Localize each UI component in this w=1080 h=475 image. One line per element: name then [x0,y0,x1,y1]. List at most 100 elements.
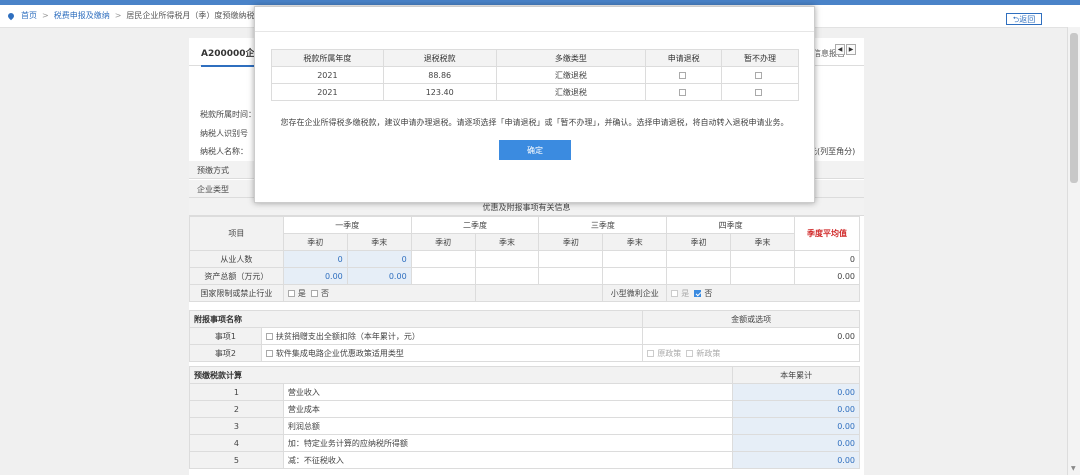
restricted-industry-options: 是 否 [282,284,476,302]
row2-type: 汇缴退税 [495,83,647,101]
tab-scroll-arrows: ◀ ▶ [835,44,856,55]
col-defer: 暂不办理 [721,49,799,67]
restricted-yes-checkbox[interactable] [287,289,295,297]
tax-period-label: 税款所属时间： [200,110,256,119]
attached-amount-header: 金额或选项 [642,310,860,328]
calc-row-3-no: 3 [189,417,284,435]
col-tax-year: 税款所属年度 [271,49,384,67]
assets-q4-start-cell [666,267,732,285]
scrollbar-thumb[interactable] [1070,33,1078,183]
item1-checkbox[interactable] [265,332,273,340]
restricted-no-label: 否 [320,288,329,298]
assets-q1-start-input[interactable]: 0.00 [282,267,348,285]
small-no-checkbox[interactable] [694,289,702,297]
q2-header: 二季度 [410,216,540,234]
prepay-calc-table: 预缴税款计算 本年累计 1 营业收入 0.00 2 营业成本 0.00 3 利润… [188,366,860,469]
item1-description: 扶贫捐赠支出全额扣除（本年累计，元） [260,327,644,345]
calc-row-1-label: 营业收入 [282,383,734,401]
item1-value: 0.00 [642,327,860,345]
confirm-button[interactable]: 确定 [499,140,571,160]
assets-q3-start-cell [538,267,604,285]
col-overpay-type: 多缴类型 [495,49,647,67]
attached-name-header: 附报事项名称 [188,310,644,328]
calc-row-5-no: 5 [189,451,284,469]
calc-row-3-input[interactable]: 0.00 [732,417,860,435]
row2-defer-cell [721,83,799,101]
item2-old-policy-label: 原政策 [657,348,682,358]
tab-prev-icon[interactable]: ◀ [835,44,845,55]
assets-q2-end-cell [474,267,540,285]
q1-header: 一季度 [282,216,412,234]
row1-defer-cell [721,66,799,84]
small-yes-checkbox[interactable] [671,289,679,297]
item2-label: 事项2 [189,344,262,362]
back-button[interactable]: ⮌返回 [1006,13,1042,25]
breadcrumb-current: 居民企业所得税月（季）度预缴纳税申 [126,11,263,20]
refund-table: 税款所属年度 退税税款 多缴类型 申请退税 暂不办理 2021 88.86 汇缴… [271,49,799,101]
item2-new-policy-label: 新政策 [696,348,721,358]
small-enterprise-label: 小型微利企业 [602,284,668,302]
restricted-no-checkbox[interactable] [310,289,318,297]
calc-row-2-label: 营业成本 [282,400,734,418]
tab-a200000[interactable]: A200000企 [201,46,255,67]
calc-row-4-input[interactable]: 0.00 [732,434,860,452]
q3-end-header: 季末 [602,233,668,251]
breadcrumb-separator-icon: > [42,11,49,20]
row1-type: 汇缴退税 [495,66,647,84]
calc-row-2-no: 2 [189,400,284,418]
attached-items-table: 附报事项名称 金额或选项 事项1 扶贫捐赠支出全额扣除（本年累计，元） 0.00… [188,310,860,362]
calc-row-1-input[interactable]: 0.00 [732,383,860,401]
breadcrumb-home[interactable]: 首页 [21,10,37,21]
calc-row-4-no: 4 [189,434,284,452]
assets-q3-end-cell [602,267,668,285]
taxpayer-id-label: 纳税人识别号 [200,129,248,138]
employees-q1-start-input[interactable]: 0 [282,250,348,268]
small-enterprise-options: 是 否 [666,284,860,302]
item1-text: 扶贫捐赠支出全额扣除（本年累计，元） [275,331,420,341]
item-header: 项目 [189,216,284,251]
employees-q4-end-cell [730,250,795,268]
col-refund-amount: 退税税款 [382,49,497,67]
restricted-industry-spacer [474,284,604,302]
row2-apply-checkbox[interactable] [678,88,686,96]
assets-q2-start-cell [410,267,476,285]
calc-row-1-no: 1 [189,383,284,401]
q4-start-header: 季初 [666,233,732,251]
employees-q2-end-cell [474,250,540,268]
restricted-yes-label: 是 [297,288,306,298]
row1-apply-checkbox[interactable] [678,71,686,79]
item2-new-policy-checkbox[interactable] [686,349,694,357]
q4-header: 四季度 [666,216,795,234]
section-title: 优惠及附报事项有关信息 [482,203,571,212]
calc-row-2-input[interactable]: 0.00 [732,400,860,418]
row1-apply-cell [645,66,723,84]
quarter-average-header: 季度平均值 [794,216,860,251]
item1-label: 事项1 [189,327,262,345]
breadcrumb-tax-declaration[interactable]: 税费申报及缴纳 [54,10,110,21]
small-no-label: 否 [704,288,713,298]
row2-defer-checkbox[interactable] [755,88,763,96]
page-scrollbar[interactable]: ▼ [1067,27,1080,475]
assets-q1-end-input[interactable]: 0.00 [346,267,412,285]
q3-start-header: 季初 [538,233,604,251]
employees-q3-end-cell [602,250,668,268]
tab-next-icon[interactable]: ▶ [846,44,856,55]
dialog-message: 您存在企业所得税多缴税款，建议申请办理退税。请逐项选择「申请退税」或「暂不办理」… [280,118,789,127]
row2-amount: 123.40 [382,83,497,101]
row1-year: 2021 [271,66,384,84]
row1-defer-checkbox[interactable] [755,71,763,79]
assets-average: 0.00 [794,267,860,285]
q4-end-header: 季末 [730,233,795,251]
employees-q2-start-cell [410,250,476,268]
q2-start-header: 季初 [410,233,476,251]
item2-checkbox[interactable] [265,349,273,357]
item2-old-policy-checkbox[interactable] [647,349,655,357]
scroll-down-icon[interactable]: ▼ [1071,465,1076,472]
preferential-info-table: 项目 一季度 二季度 三季度 四季度 季度平均值 季初 季末 季初 季末 季初 … [189,216,860,302]
row2-year: 2021 [271,83,384,101]
employees-q1-end-input[interactable]: 0 [346,250,412,268]
assets-q4-end-cell [730,267,795,285]
calc-row-5-input[interactable]: 0.00 [732,451,860,469]
q1-start-header: 季初 [282,233,348,251]
taxpayer-name-label: 纳税人名称： [200,147,248,156]
